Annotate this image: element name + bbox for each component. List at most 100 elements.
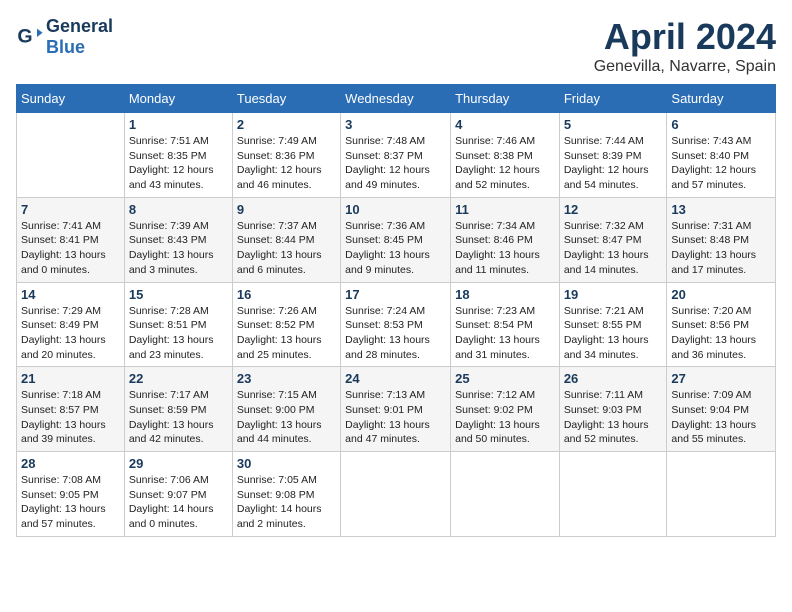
calendar-cell: 14 Sunrise: 7:29 AM Sunset: 8:49 PM Dayli… <box>17 282 125 367</box>
calendar-cell: 1 Sunrise: 7:51 AM Sunset: 8:35 PM Daylig… <box>124 113 232 198</box>
calendar-cell: 19 Sunrise: 7:21 AM Sunset: 8:55 PM Dayli… <box>559 282 667 367</box>
calendar-table: SundayMondayTuesdayWednesdayThursdayFrid… <box>16 84 776 537</box>
day-number: 26 <box>564 371 663 386</box>
day-number: 9 <box>237 202 336 217</box>
day-info: Sunrise: 7:23 AM Sunset: 8:54 PM Dayligh… <box>455 304 555 363</box>
day-info: Sunrise: 7:05 AM Sunset: 9:08 PM Dayligh… <box>237 473 336 532</box>
calendar-cell <box>559 452 667 537</box>
calendar-cell: 25 Sunrise: 7:12 AM Sunset: 9:02 PM Dayli… <box>451 367 560 452</box>
day-info: Sunrise: 7:48 AM Sunset: 8:37 PM Dayligh… <box>345 134 446 193</box>
day-number: 25 <box>455 371 555 386</box>
calendar-cell: 29 Sunrise: 7:06 AM Sunset: 9:07 PM Dayli… <box>124 452 232 537</box>
calendar-cell: 12 Sunrise: 7:32 AM Sunset: 8:47 PM Dayli… <box>559 197 667 282</box>
calendar-cell: 20Sunrise: 7:20 AM Sunset: 8:56 PM Dayli… <box>667 282 776 367</box>
calendar-cell: 16 Sunrise: 7:26 AM Sunset: 8:52 PM Dayli… <box>232 282 340 367</box>
calendar-cell: 15 Sunrise: 7:28 AM Sunset: 8:51 PM Dayli… <box>124 282 232 367</box>
day-info: Sunrise: 7:46 AM Sunset: 8:38 PM Dayligh… <box>455 134 555 193</box>
week-row-2: 7 Sunrise: 7:41 AM Sunset: 8:41 PM Daylig… <box>17 197 776 282</box>
day-number: 28 <box>21 456 120 471</box>
day-info: Sunrise: 7:24 AM Sunset: 8:53 PM Dayligh… <box>345 304 446 363</box>
day-number: 4 <box>455 117 555 132</box>
day-number: 22 <box>129 371 228 386</box>
day-info: Sunrise: 7:08 AM Sunset: 9:05 PM Dayligh… <box>21 473 120 532</box>
calendar-cell <box>451 452 560 537</box>
logo-blue-text: Blue <box>46 37 85 57</box>
day-info: Sunrise: 7:39 AM Sunset: 8:43 PM Dayligh… <box>129 219 228 278</box>
day-info: Sunrise: 7:29 AM Sunset: 8:49 PM Dayligh… <box>21 304 120 363</box>
calendar-cell: 23 Sunrise: 7:15 AM Sunset: 9:00 PM Dayli… <box>232 367 340 452</box>
svg-text:G: G <box>17 26 32 48</box>
calendar-cell <box>667 452 776 537</box>
week-row-4: 21Sunrise: 7:18 AM Sunset: 8:57 PM Dayli… <box>17 367 776 452</box>
week-row-5: 28 Sunrise: 7:08 AM Sunset: 9:05 PM Dayli… <box>17 452 776 537</box>
day-info: Sunrise: 7:32 AM Sunset: 8:47 PM Dayligh… <box>564 219 663 278</box>
day-info: Sunrise: 7:28 AM Sunset: 8:51 PM Dayligh… <box>129 304 228 363</box>
logo-icon: G <box>16 23 44 51</box>
calendar-cell: 7 Sunrise: 7:41 AM Sunset: 8:41 PM Daylig… <box>17 197 125 282</box>
weekday-header-monday: Monday <box>124 85 232 113</box>
weekday-header-friday: Friday <box>559 85 667 113</box>
day-number: 19 <box>564 287 663 302</box>
day-number: 14 <box>21 287 120 302</box>
weekday-header-row: SundayMondayTuesdayWednesdayThursdayFrid… <box>17 85 776 113</box>
day-number: 1 <box>129 117 228 132</box>
day-info: Sunrise: 7:26 AM Sunset: 8:52 PM Dayligh… <box>237 304 336 363</box>
day-number: 11 <box>455 202 555 217</box>
day-number: 2 <box>237 117 336 132</box>
day-number: 27 <box>671 371 771 386</box>
day-info: Sunrise: 7:31 AM Sunset: 8:48 PM Dayligh… <box>671 219 771 278</box>
day-number: 24 <box>345 371 446 386</box>
day-info: Sunrise: 7:21 AM Sunset: 8:55 PM Dayligh… <box>564 304 663 363</box>
day-number: 10 <box>345 202 446 217</box>
day-number: 8 <box>129 202 228 217</box>
calendar-cell <box>341 452 451 537</box>
day-info: Sunrise: 7:06 AM Sunset: 9:07 PM Dayligh… <box>129 473 228 532</box>
calendar-cell: 17 Sunrise: 7:24 AM Sunset: 8:53 PM Dayli… <box>341 282 451 367</box>
calendar-cell: 21Sunrise: 7:18 AM Sunset: 8:57 PM Dayli… <box>17 367 125 452</box>
calendar-cell: 3Sunrise: 7:48 AM Sunset: 8:37 PM Daylig… <box>341 113 451 198</box>
logo-general-text: General <box>46 16 113 36</box>
title-area: April 2024 Genevilla, Navarre, Spain <box>594 16 776 76</box>
day-number: 7 <box>21 202 120 217</box>
day-number: 20 <box>671 287 771 302</box>
day-info: Sunrise: 7:49 AM Sunset: 8:36 PM Dayligh… <box>237 134 336 193</box>
calendar-cell: 9 Sunrise: 7:37 AM Sunset: 8:44 PM Daylig… <box>232 197 340 282</box>
calendar-cell: 28 Sunrise: 7:08 AM Sunset: 9:05 PM Dayli… <box>17 452 125 537</box>
location-title: Genevilla, Navarre, Spain <box>594 58 776 76</box>
weekday-header-saturday: Saturday <box>667 85 776 113</box>
calendar-cell: 26 Sunrise: 7:11 AM Sunset: 9:03 PM Dayli… <box>559 367 667 452</box>
week-row-1: 1 Sunrise: 7:51 AM Sunset: 8:35 PM Daylig… <box>17 113 776 198</box>
calendar-cell: 6Sunrise: 7:43 AM Sunset: 8:40 PM Daylig… <box>667 113 776 198</box>
day-info: Sunrise: 7:43 AM Sunset: 8:40 PM Dayligh… <box>671 134 771 193</box>
weekday-header-sunday: Sunday <box>17 85 125 113</box>
day-number: 30 <box>237 456 336 471</box>
day-number: 12 <box>564 202 663 217</box>
month-title: April 2024 <box>594 16 776 58</box>
day-number: 17 <box>345 287 446 302</box>
day-info: Sunrise: 7:51 AM Sunset: 8:35 PM Dayligh… <box>129 134 228 193</box>
week-row-3: 14 Sunrise: 7:29 AM Sunset: 8:49 PM Dayli… <box>17 282 776 367</box>
day-number: 5 <box>564 117 663 132</box>
calendar-cell: 10Sunrise: 7:36 AM Sunset: 8:45 PM Dayli… <box>341 197 451 282</box>
calendar-cell: 18Sunrise: 7:23 AM Sunset: 8:54 PM Dayli… <box>451 282 560 367</box>
day-info: Sunrise: 7:15 AM Sunset: 9:00 PM Dayligh… <box>237 388 336 447</box>
calendar-cell: 11Sunrise: 7:34 AM Sunset: 8:46 PM Dayli… <box>451 197 560 282</box>
calendar-cell: 8 Sunrise: 7:39 AM Sunset: 8:43 PM Daylig… <box>124 197 232 282</box>
calendar-cell: 13Sunrise: 7:31 AM Sunset: 8:48 PM Dayli… <box>667 197 776 282</box>
day-info: Sunrise: 7:12 AM Sunset: 9:02 PM Dayligh… <box>455 388 555 447</box>
day-info: Sunrise: 7:37 AM Sunset: 8:44 PM Dayligh… <box>237 219 336 278</box>
day-number: 16 <box>237 287 336 302</box>
calendar-cell: 24Sunrise: 7:13 AM Sunset: 9:01 PM Dayli… <box>341 367 451 452</box>
day-number: 23 <box>237 371 336 386</box>
calendar-body: 1 Sunrise: 7:51 AM Sunset: 8:35 PM Daylig… <box>17 113 776 537</box>
weekday-header-wednesday: Wednesday <box>341 85 451 113</box>
weekday-header-thursday: Thursday <box>451 85 560 113</box>
day-number: 29 <box>129 456 228 471</box>
calendar-cell: 30 Sunrise: 7:05 AM Sunset: 9:08 PM Dayli… <box>232 452 340 537</box>
day-info: Sunrise: 7:44 AM Sunset: 8:39 PM Dayligh… <box>564 134 663 193</box>
day-info: Sunrise: 7:11 AM Sunset: 9:03 PM Dayligh… <box>564 388 663 447</box>
day-info: Sunrise: 7:17 AM Sunset: 8:59 PM Dayligh… <box>129 388 228 447</box>
day-info: Sunrise: 7:41 AM Sunset: 8:41 PM Dayligh… <box>21 219 120 278</box>
weekday-header-tuesday: Tuesday <box>232 85 340 113</box>
day-number: 15 <box>129 287 228 302</box>
